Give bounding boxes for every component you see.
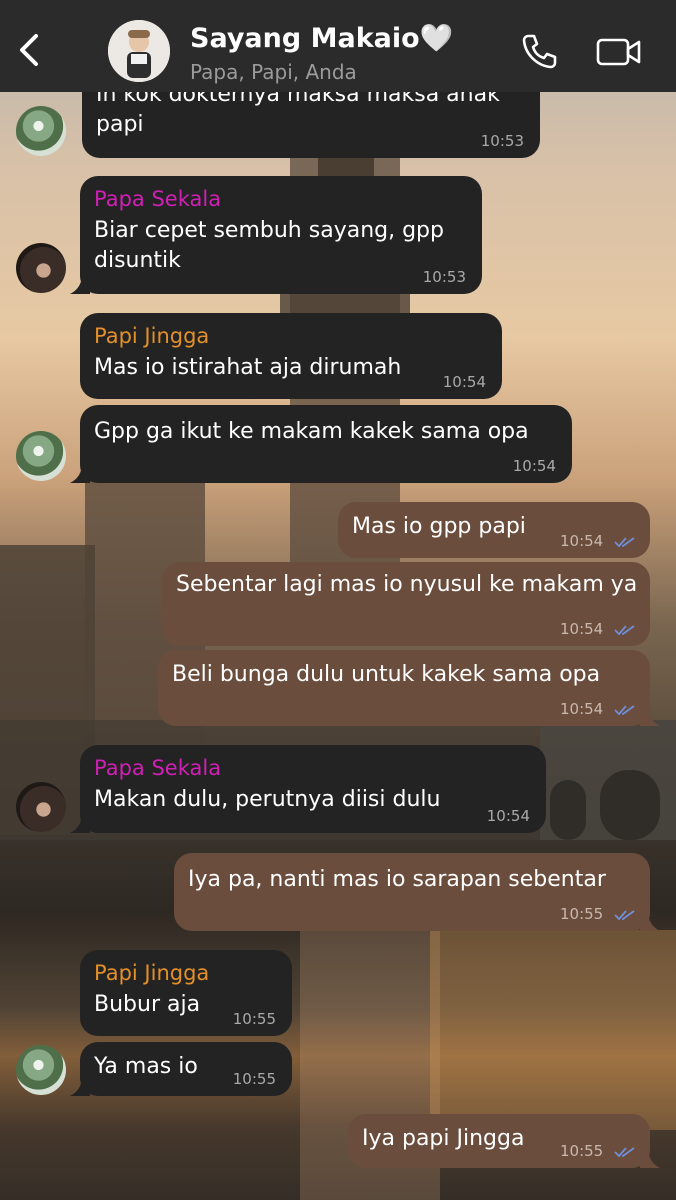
message-bubble[interactable]: Ya mas io 10:55 — [70, 1042, 292, 1096]
message-time: 10:54 — [560, 620, 636, 638]
read-receipt-icon — [614, 624, 635, 635]
papa-sekala-avatar[interactable] — [16, 243, 66, 293]
message-time: 10:54 — [560, 532, 636, 550]
chat-header: Sayang Makaio🤍 Papa, Papi, Anda — [0, 0, 676, 92]
message-text: Sebentar lagi mas io nyusul ke makam ya — [176, 572, 638, 597]
message-bubble[interactable]: Beli bunga dulu untuk kakek sama opa 10:… — [158, 650, 660, 726]
bubble-tail — [70, 1076, 90, 1096]
message-time: 10:55 — [560, 905, 636, 923]
message-time-text: 10:54 — [559, 700, 604, 718]
message-text: Iya pa, nanti mas io sarapan sebentar — [188, 867, 606, 892]
message-time: 10:54 — [442, 373, 486, 391]
bubble-tail — [640, 1148, 660, 1168]
message-bubble[interactable]: Sebentar lagi mas io nyusul ke makam ya … — [162, 562, 650, 646]
read-receipt-icon — [614, 536, 635, 547]
message-bubble[interactable]: Iya papi Jingga 10:55 — [348, 1114, 660, 1168]
sender-name: Papi Jingga — [94, 324, 210, 348]
message-time: 10:54 — [560, 700, 636, 718]
message-text: Mas io istirahat aja dirumah — [94, 355, 402, 380]
sender-name: Papi Jingga — [94, 961, 210, 985]
sender-name: Papa Sekala — [94, 187, 222, 211]
message-bubble[interactable]: Papa Sekala Biar cepet sembuh sayang, gp… — [70, 176, 482, 294]
message-bubble[interactable]: Papa Sekala Makan dulu, perutnya diisi d… — [70, 745, 546, 833]
message-time-text: 10:54 — [559, 620, 604, 638]
read-receipt-icon — [614, 909, 635, 920]
message-bubble[interactable]: Iya pa, nanti mas io sarapan sebentar 10… — [174, 853, 660, 931]
bubble-tail — [70, 813, 90, 833]
chat-participants[interactable]: Papa, Papi, Anda — [190, 60, 357, 84]
papi-jingga-avatar[interactable] — [16, 106, 66, 156]
group-avatar[interactable] — [108, 20, 170, 82]
message-time: 10:53 — [480, 132, 524, 150]
message-time: 10:53 — [422, 268, 466, 286]
papi-jingga-avatar[interactable] — [16, 1045, 66, 1095]
chevron-left-icon[interactable] — [14, 30, 44, 70]
bubble-tail — [70, 463, 90, 483]
video-camera-icon[interactable] — [596, 36, 642, 68]
message-time-text: 10:55 — [559, 905, 604, 923]
message-text: Makan dulu, perutnya diisi dulu — [94, 787, 441, 812]
bubble-tail — [70, 274, 90, 294]
message-bubble[interactable]: Gpp ga ikut ke makam kakek sama opa 10:5… — [70, 405, 572, 483]
bubble-tail — [640, 911, 660, 931]
message-text: Biar cepet sembuh sayang, gpp disuntik — [94, 218, 444, 273]
chat-title[interactable]: Sayang Makaio🤍 — [190, 22, 453, 54]
message-time: 10:54 — [486, 807, 530, 825]
message-text: Gpp ga ikut ke makam kakek sama opa — [94, 419, 529, 444]
message-bubble[interactable]: Papi Jingga Mas io istirahat aja dirumah… — [80, 313, 502, 399]
message-time-text: 10:55 — [559, 1142, 604, 1160]
message-time: 10:55 — [232, 1010, 276, 1028]
read-receipt-icon — [614, 1146, 635, 1157]
papi-jingga-avatar[interactable] — [16, 431, 66, 481]
phone-icon[interactable] — [520, 32, 558, 70]
child-photo-icon — [108, 20, 170, 82]
papa-sekala-avatar[interactable] — [16, 782, 66, 832]
message-text: Beli bunga dulu untuk kakek sama opa — [172, 662, 601, 687]
message-time: 10:55 — [560, 1142, 636, 1160]
read-receipt-icon — [614, 704, 635, 715]
message-time: 10:54 — [512, 457, 556, 475]
message-bubble[interactable]: Mas io gpp papi 10:54 — [338, 502, 650, 558]
message-time: 10:55 — [232, 1070, 276, 1088]
message-time-text: 10:54 — [559, 532, 604, 550]
sender-name: Papa Sekala — [94, 756, 222, 780]
bubble-tail — [640, 706, 660, 726]
message-bubble[interactable]: Papi Jingga Bubur aja 10:55 — [80, 950, 292, 1036]
